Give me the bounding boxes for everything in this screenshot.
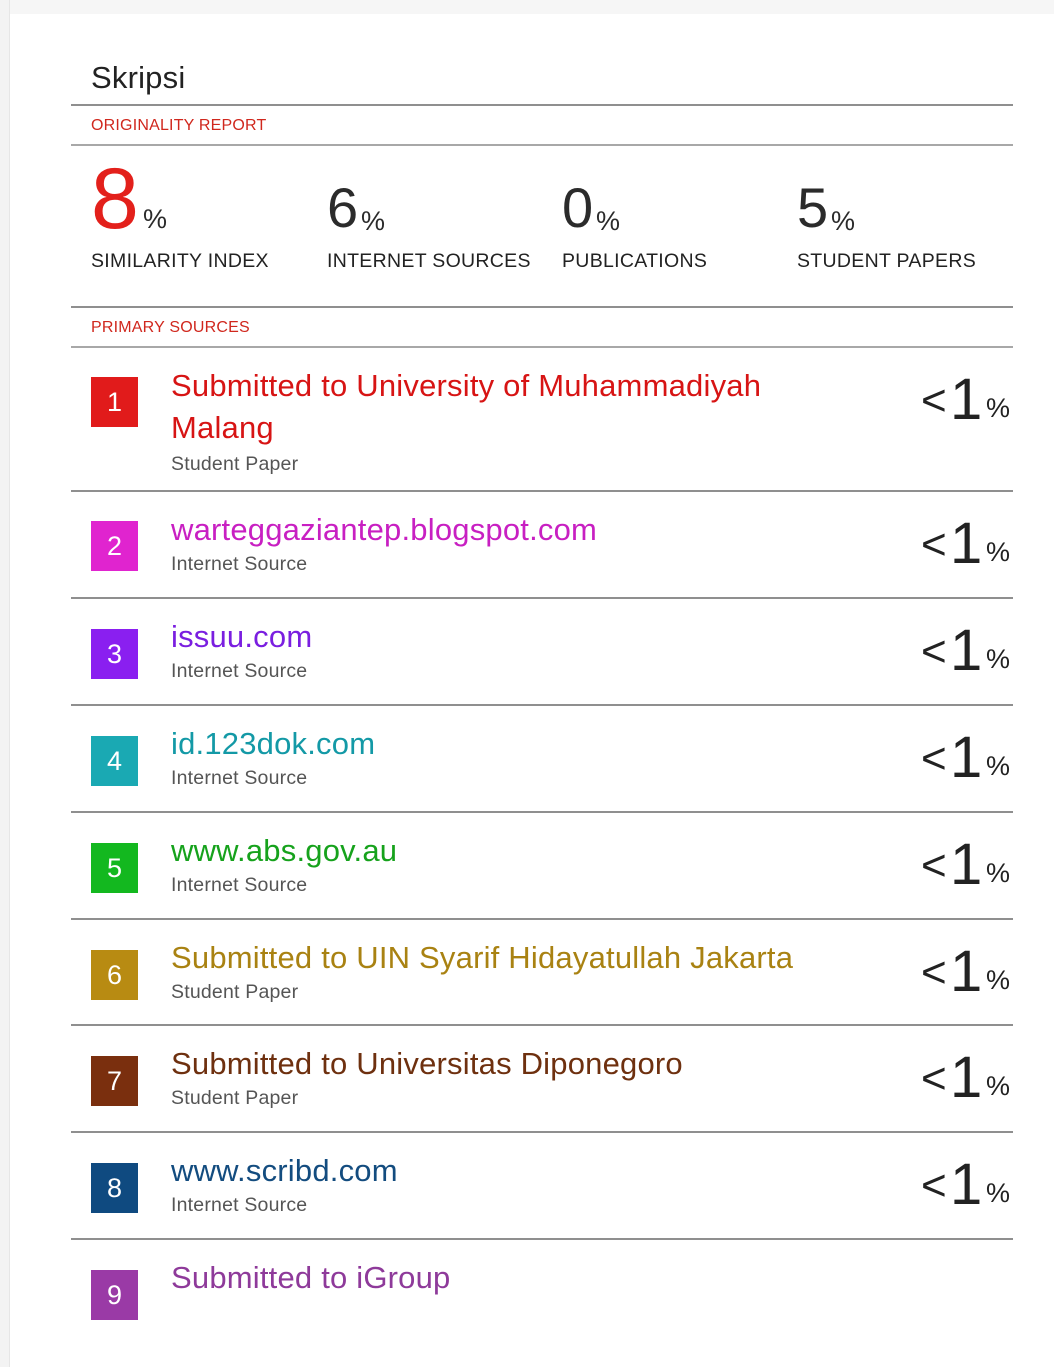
percent-value: 1 bbox=[950, 1045, 983, 1110]
internet-sources-value: 6 bbox=[327, 176, 359, 239]
source-type: Internet Source bbox=[171, 874, 308, 896]
percent-value: 1 bbox=[950, 511, 983, 576]
source-percent: < 1 % bbox=[913, 1156, 1013, 1216]
less-than-symbol: < bbox=[921, 520, 947, 569]
top-strip bbox=[0, 0, 1054, 14]
source-rank-badge: 8 bbox=[91, 1163, 138, 1213]
row-divider bbox=[71, 1131, 1013, 1133]
primary-sources-divider bbox=[71, 346, 1013, 348]
less-than-symbol: < bbox=[921, 734, 947, 783]
primary-sources-label: PRIMARY SOURCES bbox=[91, 319, 250, 336]
student-papers-unit: % bbox=[831, 206, 856, 236]
source-rank-badge: 7 bbox=[91, 1056, 138, 1106]
row-divider bbox=[71, 918, 1013, 920]
percent-unit: % bbox=[986, 751, 1011, 781]
less-than-symbol: < bbox=[921, 1161, 947, 1210]
source-title[interactable]: Submitted to University of Muhammadiyah … bbox=[171, 365, 871, 449]
less-than-symbol: < bbox=[921, 627, 947, 676]
student-papers-value: 5 bbox=[797, 176, 829, 239]
publications-label: PUBLICATIONS bbox=[562, 250, 708, 272]
source-type: Internet Source bbox=[171, 553, 308, 575]
percent-unit: % bbox=[986, 965, 1011, 995]
source-rank-badge: 5 bbox=[91, 843, 138, 893]
source-percent: < 1 % bbox=[913, 943, 1013, 1003]
source-rank-badge: 6 bbox=[91, 950, 138, 1000]
source-rank-badge: 4 bbox=[91, 736, 138, 786]
source-rank-badge: 1 bbox=[91, 377, 138, 427]
document-title: Skripsi bbox=[91, 60, 186, 95]
publications-value: 0 bbox=[562, 176, 594, 239]
source-title[interactable]: warteggaziantep.blogspot.com bbox=[171, 509, 871, 551]
row-divider bbox=[71, 1238, 1013, 1240]
source-type: Internet Source bbox=[171, 767, 308, 789]
source-title[interactable]: www.abs.gov.au bbox=[171, 830, 871, 872]
title-divider bbox=[71, 104, 1013, 106]
similarity-index-unit: % bbox=[143, 204, 168, 234]
source-title[interactable]: www.scribd.com bbox=[171, 1150, 871, 1192]
less-than-symbol: < bbox=[921, 948, 947, 997]
similarity-index-value: 8 bbox=[91, 151, 139, 247]
source-percent: < 1 % bbox=[913, 836, 1013, 896]
source-rank-badge: 9 bbox=[91, 1270, 138, 1320]
similarity-index-label: SIMILARITY INDEX bbox=[91, 250, 269, 272]
source-percent: < 1 % bbox=[913, 729, 1013, 789]
source-percent: < 1 % bbox=[913, 515, 1013, 575]
less-than-symbol: < bbox=[921, 376, 947, 425]
row-divider bbox=[71, 704, 1013, 706]
source-percent: < 1 % bbox=[913, 371, 1013, 431]
row-divider bbox=[71, 811, 1013, 813]
stats-divider bbox=[71, 306, 1013, 308]
percent-value: 1 bbox=[950, 618, 983, 683]
originality-divider bbox=[71, 144, 1013, 146]
originality-report-label: ORIGINALITY REPORT bbox=[91, 117, 267, 134]
percent-unit: % bbox=[986, 1071, 1011, 1101]
percent-unit: % bbox=[986, 644, 1011, 674]
percent-unit: % bbox=[986, 537, 1011, 567]
source-title[interactable]: issuu.com bbox=[171, 616, 871, 658]
source-percent: < 1 % bbox=[913, 622, 1013, 682]
internet-sources-unit: % bbox=[361, 206, 386, 236]
row-divider bbox=[71, 597, 1013, 599]
percent-value: 1 bbox=[950, 725, 983, 790]
source-title[interactable]: id.123dok.com bbox=[171, 723, 871, 765]
internet-sources-label: INTERNET SOURCES bbox=[327, 250, 531, 272]
source-type: Student Paper bbox=[171, 1087, 299, 1109]
student-papers-label: STUDENT PAPERS bbox=[797, 250, 977, 272]
less-than-symbol: < bbox=[921, 841, 947, 890]
source-type: Internet Source bbox=[171, 660, 308, 682]
source-rank-badge: 3 bbox=[91, 629, 138, 679]
percent-unit: % bbox=[986, 858, 1011, 888]
page-left-edge bbox=[0, 0, 10, 1367]
percent-value: 1 bbox=[950, 939, 983, 1004]
source-percent: < 1 % bbox=[913, 1049, 1013, 1109]
less-than-symbol: < bbox=[921, 1054, 947, 1103]
row-divider bbox=[71, 490, 1013, 492]
source-type: Internet Source bbox=[171, 1194, 308, 1216]
source-title[interactable]: Submitted to iGroup bbox=[171, 1257, 871, 1299]
source-rank-badge: 2 bbox=[91, 521, 138, 571]
row-divider bbox=[71, 1024, 1013, 1026]
source-type: Student Paper bbox=[171, 981, 299, 1003]
publications-unit: % bbox=[596, 206, 621, 236]
percent-value: 1 bbox=[950, 367, 983, 432]
percent-unit: % bbox=[986, 393, 1011, 423]
percent-value: 1 bbox=[950, 832, 983, 897]
source-title[interactable]: Submitted to Universitas Diponegoro bbox=[171, 1043, 871, 1085]
percent-value: 1 bbox=[950, 1152, 983, 1217]
source-title[interactable]: Submitted to UIN Syarif Hidayatullah Jak… bbox=[171, 937, 871, 979]
percent-unit: % bbox=[986, 1178, 1011, 1208]
source-type: Student Paper bbox=[171, 453, 299, 475]
